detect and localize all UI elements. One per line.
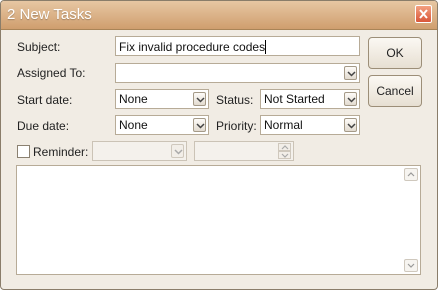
ok-button[interactable]: OK <box>368 37 422 69</box>
scroll-up-icon <box>407 172 415 177</box>
chevron-up-icon <box>281 145 289 150</box>
close-button[interactable] <box>415 5 432 23</box>
subject-label: Subject: <box>17 40 61 54</box>
priority-dropdown-button[interactable] <box>344 118 357 132</box>
due-date-value: None <box>119 118 148 132</box>
chevron-down-icon <box>196 97 205 103</box>
chevron-down-icon <box>347 97 356 103</box>
chevron-down-icon <box>196 123 205 129</box>
reminder-label: Reminder: <box>33 145 89 159</box>
scroll-down-icon <box>407 263 415 268</box>
subject-value: Fix invalid procedure codes <box>119 40 266 54</box>
due-date-dropdown-button[interactable] <box>193 118 206 132</box>
status-combo[interactable]: Not Started <box>260 89 360 109</box>
start-date-combo[interactable]: None <box>115 89 209 109</box>
due-date-combo[interactable]: None <box>115 115 209 135</box>
status-value: Not Started <box>264 92 325 106</box>
notes-scrollbar[interactable] <box>403 167 419 273</box>
assigned-to-dropdown-button[interactable] <box>344 66 357 80</box>
new-tasks-dialog: 2 New Tasks Subject: Fix invalid procedu… <box>0 0 438 290</box>
reminder-time-spinner[interactable] <box>194 141 294 161</box>
assigned-to-label: Assigned To: <box>17 66 86 80</box>
due-date-label: Due date: <box>17 119 70 133</box>
chevron-down-icon <box>347 71 356 77</box>
start-date-dropdown-button[interactable] <box>193 92 206 106</box>
text-caret <box>265 40 267 54</box>
title-bar[interactable]: 2 New Tasks <box>1 1 437 30</box>
start-date-value: None <box>119 92 148 106</box>
spin-down-button[interactable] <box>278 151 291 159</box>
status-dropdown-button[interactable] <box>344 92 357 106</box>
reminder-checkbox[interactable] <box>17 145 30 158</box>
spin-up-button[interactable] <box>278 143 291 151</box>
chevron-down-icon <box>347 123 356 129</box>
close-icon <box>419 9 428 19</box>
reminder-date-combo[interactable] <box>92 141 187 161</box>
priority-value: Normal <box>264 118 303 132</box>
scroll-up-button[interactable] <box>404 168 418 181</box>
chevron-down-icon <box>174 149 183 155</box>
chevron-down-icon <box>281 153 289 158</box>
subject-input[interactable]: Fix invalid procedure codes <box>115 36 360 56</box>
start-date-label: Start date: <box>17 93 73 107</box>
priority-combo[interactable]: Normal <box>260 115 360 135</box>
assigned-to-combo[interactable] <box>115 63 360 83</box>
scroll-down-button[interactable] <box>404 259 418 272</box>
cancel-button[interactable]: Cancel <box>368 75 422 107</box>
notes-textarea[interactable] <box>16 165 421 275</box>
priority-label: Priority: <box>216 119 257 133</box>
reminder-date-dropdown-button[interactable] <box>171 144 184 158</box>
status-label: Status: <box>216 93 254 107</box>
dialog-title: 2 New Tasks <box>7 6 92 23</box>
